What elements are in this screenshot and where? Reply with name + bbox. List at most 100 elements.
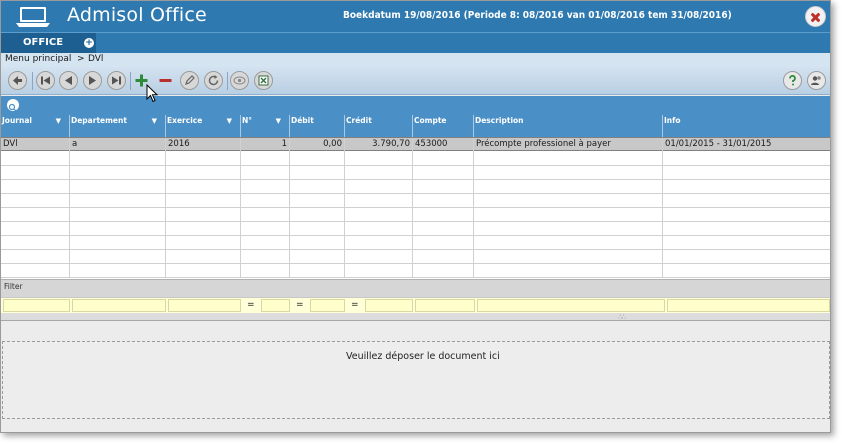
column-header-debit[interactable]: Débit xyxy=(290,115,345,137)
filter-departement-input[interactable] xyxy=(72,299,166,312)
cell-compte: 453000 xyxy=(413,138,474,152)
sort-arrow-icon[interactable]: ▼ xyxy=(227,117,232,125)
first-record-button[interactable] xyxy=(36,71,55,90)
empty-cell xyxy=(70,208,166,222)
filter-debit-input[interactable] xyxy=(310,299,345,312)
column-header-description[interactable]: Description xyxy=(474,115,663,137)
column-header-compte[interactable]: Compte xyxy=(413,115,474,137)
filter-label: Filter xyxy=(4,282,23,291)
breadcrumb: Menu principal > DVl xyxy=(1,53,830,67)
next-record-button[interactable] xyxy=(83,71,102,90)
empty-cell xyxy=(290,152,345,166)
empty-row[interactable] xyxy=(1,236,830,250)
empty-cell xyxy=(474,152,663,166)
empty-row[interactable] xyxy=(1,152,830,166)
empty-cell xyxy=(166,166,241,180)
tab-office[interactable]: OFFICE + xyxy=(1,33,96,54)
empty-cell xyxy=(1,208,70,222)
column-header-info[interactable]: Info xyxy=(663,115,830,137)
breadcrumb-current: DVl xyxy=(88,54,104,64)
empty-row[interactable] xyxy=(1,194,830,208)
empty-row[interactable] xyxy=(1,180,830,194)
document-drop-zone[interactable]: Veuillez déposer le document ici xyxy=(2,341,830,419)
breadcrumb-root[interactable]: Menu principal xyxy=(5,54,71,64)
empty-cell xyxy=(474,222,663,236)
empty-cell xyxy=(1,180,70,194)
empty-row[interactable] xyxy=(1,264,830,278)
toolbar-separator xyxy=(32,72,33,90)
empty-cell xyxy=(1,222,70,236)
cell-credit: 3.790,70 xyxy=(345,138,413,152)
filter-number-input[interactable] xyxy=(261,299,290,312)
users-icon xyxy=(811,76,821,85)
filter-exercice-input[interactable] xyxy=(168,299,241,312)
empty-cell xyxy=(290,264,345,278)
table-row[interactable]: DVl a 2016 1 0,00 3.790,70 453000 Précom… xyxy=(1,137,830,152)
filter-operator[interactable]: = xyxy=(351,300,359,310)
sort-arrow-icon[interactable]: ▼ xyxy=(276,117,281,125)
empty-cell xyxy=(241,250,290,264)
empty-cell xyxy=(345,208,413,222)
filter-operator[interactable]: = xyxy=(247,300,255,310)
column-header-journal[interactable]: Journal ▼ xyxy=(1,115,70,137)
empty-row[interactable] xyxy=(1,208,830,222)
empty-cell xyxy=(70,222,166,236)
empty-cell xyxy=(1,264,70,278)
empty-cell xyxy=(241,222,290,236)
close-icon[interactable] xyxy=(805,6,826,27)
filter-info-input[interactable] xyxy=(667,299,830,312)
help-button[interactable] xyxy=(783,71,802,90)
empty-cell xyxy=(413,236,474,250)
cell-journal: DVl xyxy=(1,138,70,152)
grid-column-headers: Journal ▼ Departement ▼ Exercice ▼ N° ▼ Débi… xyxy=(1,115,830,137)
empty-cell xyxy=(70,236,166,250)
back-icon xyxy=(13,76,22,85)
empty-row[interactable] xyxy=(1,222,830,236)
filter-description-input[interactable] xyxy=(477,299,665,312)
filter-journal-input[interactable] xyxy=(3,299,70,312)
empty-row[interactable] xyxy=(1,250,830,264)
empty-cell xyxy=(474,166,663,180)
empty-cell xyxy=(413,250,474,264)
empty-cell xyxy=(290,166,345,180)
back-button[interactable] xyxy=(8,71,27,90)
empty-cell xyxy=(166,250,241,264)
empty-cell xyxy=(1,250,70,264)
grid-resize-bar[interactable]: ∴∴ xyxy=(1,313,830,321)
last-record-button[interactable] xyxy=(107,71,126,90)
column-header-departement[interactable]: Departement ▼ xyxy=(70,115,166,137)
empty-cell xyxy=(70,250,166,264)
sort-arrow-icon[interactable]: ▼ xyxy=(152,117,157,125)
column-label: Departement xyxy=(71,116,127,125)
empty-cell xyxy=(345,236,413,250)
filter-operator[interactable]: = xyxy=(296,300,304,310)
grid-search-icon[interactable] xyxy=(7,99,19,112)
column-header-number[interactable]: N° ▼ xyxy=(241,115,290,137)
app-title: Admisol Office xyxy=(67,4,207,26)
column-header-exercice[interactable]: Exercice ▼ xyxy=(166,115,241,137)
refresh-button[interactable] xyxy=(204,71,223,90)
filter-credit-input[interactable] xyxy=(365,299,413,312)
excel-export-button[interactable] xyxy=(254,71,273,90)
empty-row[interactable] xyxy=(1,166,830,180)
filter-compte-input[interactable] xyxy=(415,299,475,312)
preview-button[interactable] xyxy=(230,71,249,90)
previous-record-button[interactable] xyxy=(59,71,78,90)
delete-icon xyxy=(159,79,172,82)
empty-cell xyxy=(166,208,241,222)
column-label: N° xyxy=(242,116,253,125)
resize-grip-icon[interactable]: ∴∴ xyxy=(618,313,626,321)
preview-icon xyxy=(233,76,246,85)
cell-number: 1 xyxy=(241,138,290,152)
add-tab-icon[interactable]: + xyxy=(84,38,94,48)
empty-cell xyxy=(241,166,290,180)
sort-arrow-icon[interactable]: ▼ xyxy=(56,117,61,125)
users-button[interactable] xyxy=(807,71,826,90)
empty-cell xyxy=(290,194,345,208)
empty-cell xyxy=(413,194,474,208)
excel-export-icon xyxy=(258,75,269,86)
edit-button[interactable] xyxy=(180,71,199,90)
cell-info: 01/01/2015 - 31/01/2015 xyxy=(665,139,772,149)
column-header-credit[interactable]: Crédit xyxy=(345,115,413,137)
empty-cell xyxy=(345,152,413,166)
